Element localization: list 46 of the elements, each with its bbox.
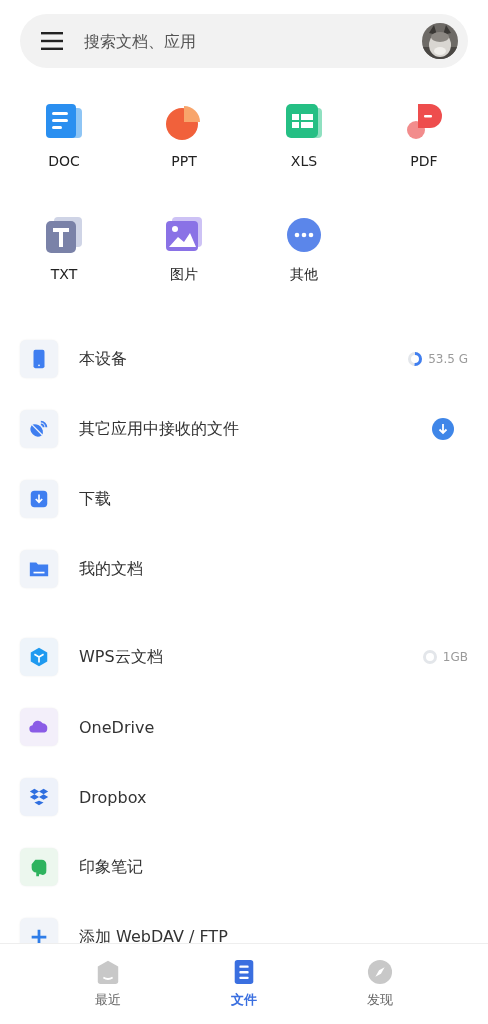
location-label: 我的文档: [79, 558, 144, 580]
location-row[interactable]: OneDrive: [20, 708, 468, 746]
location-label: 下载: [79, 488, 112, 510]
nav-tab[interactable]: 发现: [361, 957, 399, 1011]
phone-icon: [20, 340, 58, 378]
location-row[interactable]: 添加 WebDAV / FTP: [20, 918, 468, 943]
text-icon: [44, 215, 84, 255]
location-row[interactable]: 其它应用中接收的文件: [20, 410, 468, 448]
location-label: WPS云文档: [79, 646, 164, 668]
location-row[interactable]: 印象笔记: [20, 848, 468, 886]
location-label: OneDrive: [79, 717, 156, 737]
file-type-tile[interactable]: DOC: [4, 102, 124, 169]
cloud-icon: [20, 708, 58, 746]
file-type-tile[interactable]: TXT: [4, 215, 124, 284]
download-icon: [20, 480, 58, 518]
folder-icon: [20, 550, 58, 588]
file-type-tile[interactable]: 图片: [124, 215, 244, 284]
file-type-tile[interactable]: PDF: [364, 102, 484, 169]
file-type-tile[interactable]: 其他: [244, 215, 364, 284]
compass-icon: [367, 959, 393, 985]
dropbox-icon: [20, 778, 58, 816]
location-label: 印象笔记: [79, 856, 144, 878]
location-row[interactable]: 本设备 53.5 G: [20, 340, 468, 378]
storage-ring-icon: [407, 351, 424, 367]
nav-tab[interactable]: 文件: [225, 957, 263, 1011]
menu-icon[interactable]: [41, 32, 63, 50]
location-row[interactable]: 下载: [20, 480, 468, 518]
location-row[interactable]: Dropbox: [20, 778, 468, 816]
storage-reading: 1GB: [442, 650, 468, 664]
file-type-tile[interactable]: PPT: [124, 102, 244, 169]
location-label: 其它应用中接收的文件: [79, 418, 240, 440]
search-field[interactable]: 搜索文档、应用: [84, 31, 401, 51]
location-label: 添加 WebDAV / FTP: [79, 926, 229, 943]
storage-reading: 53.5 G: [428, 352, 468, 366]
search-bar[interactable]: 搜索文档、应用: [20, 14, 468, 68]
file-type-tile[interactable]: XLS: [244, 102, 364, 169]
cube-icon: [20, 638, 58, 676]
location-row[interactable]: 我的文档: [20, 550, 468, 588]
more-icon: [284, 215, 324, 255]
location-label: Dropbox: [79, 787, 148, 807]
location-row[interactable]: WPS云文档 1GB: [20, 638, 468, 676]
storage-ring-icon: [421, 649, 438, 665]
download-icon[interactable]: [432, 418, 454, 440]
nav-tab[interactable]: 最近: [89, 957, 127, 1011]
inbox-icon: [95, 959, 121, 985]
location-label: 本设备: [79, 348, 128, 370]
